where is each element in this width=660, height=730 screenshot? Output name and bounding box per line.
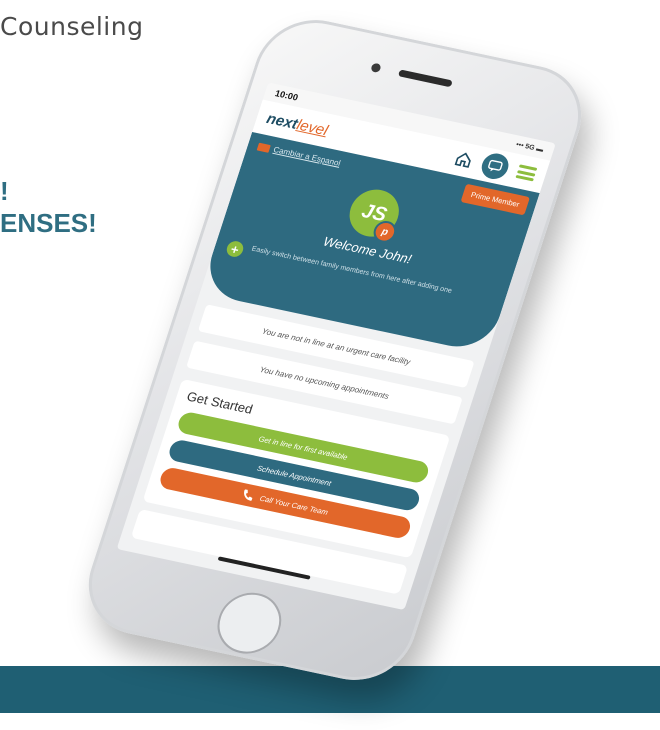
avatar[interactable]: JS p — [343, 185, 406, 245]
phone-screen: 10:00 ••• 5G ▬ nextlevel Cambiar a Espan… — [116, 82, 556, 611]
phone-device: 10:00 ••• 5G ▬ nextlevel Cambiar a Espan… — [74, 9, 596, 691]
phone-mockup: 10:00 ••• 5G ▬ nextlevel Cambiar a Espan… — [20, 0, 660, 730]
phone-call-icon — [244, 489, 253, 501]
call-care-team-label: Call Your Care Team — [258, 493, 330, 517]
hamburger-menu-icon[interactable] — [515, 164, 538, 182]
chat-button[interactable] — [478, 151, 512, 182]
plus-icon[interactable]: + — [224, 239, 246, 259]
status-indicators: ••• 5G ▬ — [515, 140, 545, 154]
prime-member-button[interactable]: Prime Member — [460, 183, 530, 216]
chat-icon — [488, 159, 503, 172]
flag-icon — [256, 142, 271, 153]
get-in-line-label: Get in line for first available — [257, 433, 349, 462]
home-icon[interactable] — [452, 149, 475, 170]
nextlevel-logo[interactable]: nextlevel — [265, 110, 331, 139]
status-time: 10:00 — [273, 88, 300, 103]
language-link-label: Cambiar a Espanol — [272, 145, 342, 168]
logo-accent: level — [294, 116, 331, 139]
schedule-appointment-label: Schedule Appointment — [256, 463, 333, 488]
background-tagline-line1: ! — [0, 176, 9, 206]
